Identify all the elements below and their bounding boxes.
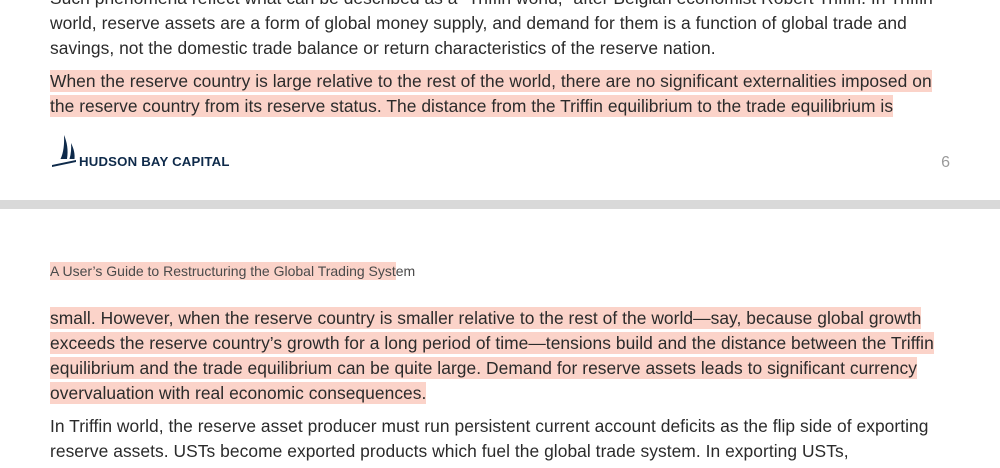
highlight-annotation[interactable]: A User’s Guide to Restructuring the Glob… — [50, 262, 396, 280]
paragraph-text: In Triffin world, the reserve asset prod… — [50, 416, 929, 461]
highlight-annotation[interactable]: small. However, when the reserve country… — [50, 307, 934, 404]
page-separator — [0, 200, 1000, 209]
document-page-6: Such phenomena reflect what can be descr… — [0, 0, 1000, 200]
paragraph-text: Such phenomena reflect what can be descr… — [50, 0, 933, 58]
running-header: A User’s Guide to Restructuring the Glob… — [50, 262, 415, 280]
page-number: 6 — [941, 154, 950, 171]
body-paragraph: Such phenomena reflect what can be descr… — [50, 0, 950, 60]
running-header-text: em — [395, 263, 416, 279]
highlight-annotation[interactable]: When the reserve country is large relati… — [50, 70, 932, 117]
highlighted-paragraph: small. However, when the reserve country… — [50, 306, 950, 406]
document-page-7: A User’s Guide to Restructuring the Glob… — [0, 209, 1000, 468]
logo-wordmark: HUDSON BAY CAPITAL — [79, 154, 230, 169]
sailboat-icon — [52, 135, 76, 167]
body-paragraph: In Triffin world, the reserve asset prod… — [50, 414, 950, 464]
hudson-bay-capital-logo: HUDSON BAY CAPITAL — [50, 134, 290, 172]
highlighted-paragraph: When the reserve country is large relati… — [50, 69, 950, 119]
